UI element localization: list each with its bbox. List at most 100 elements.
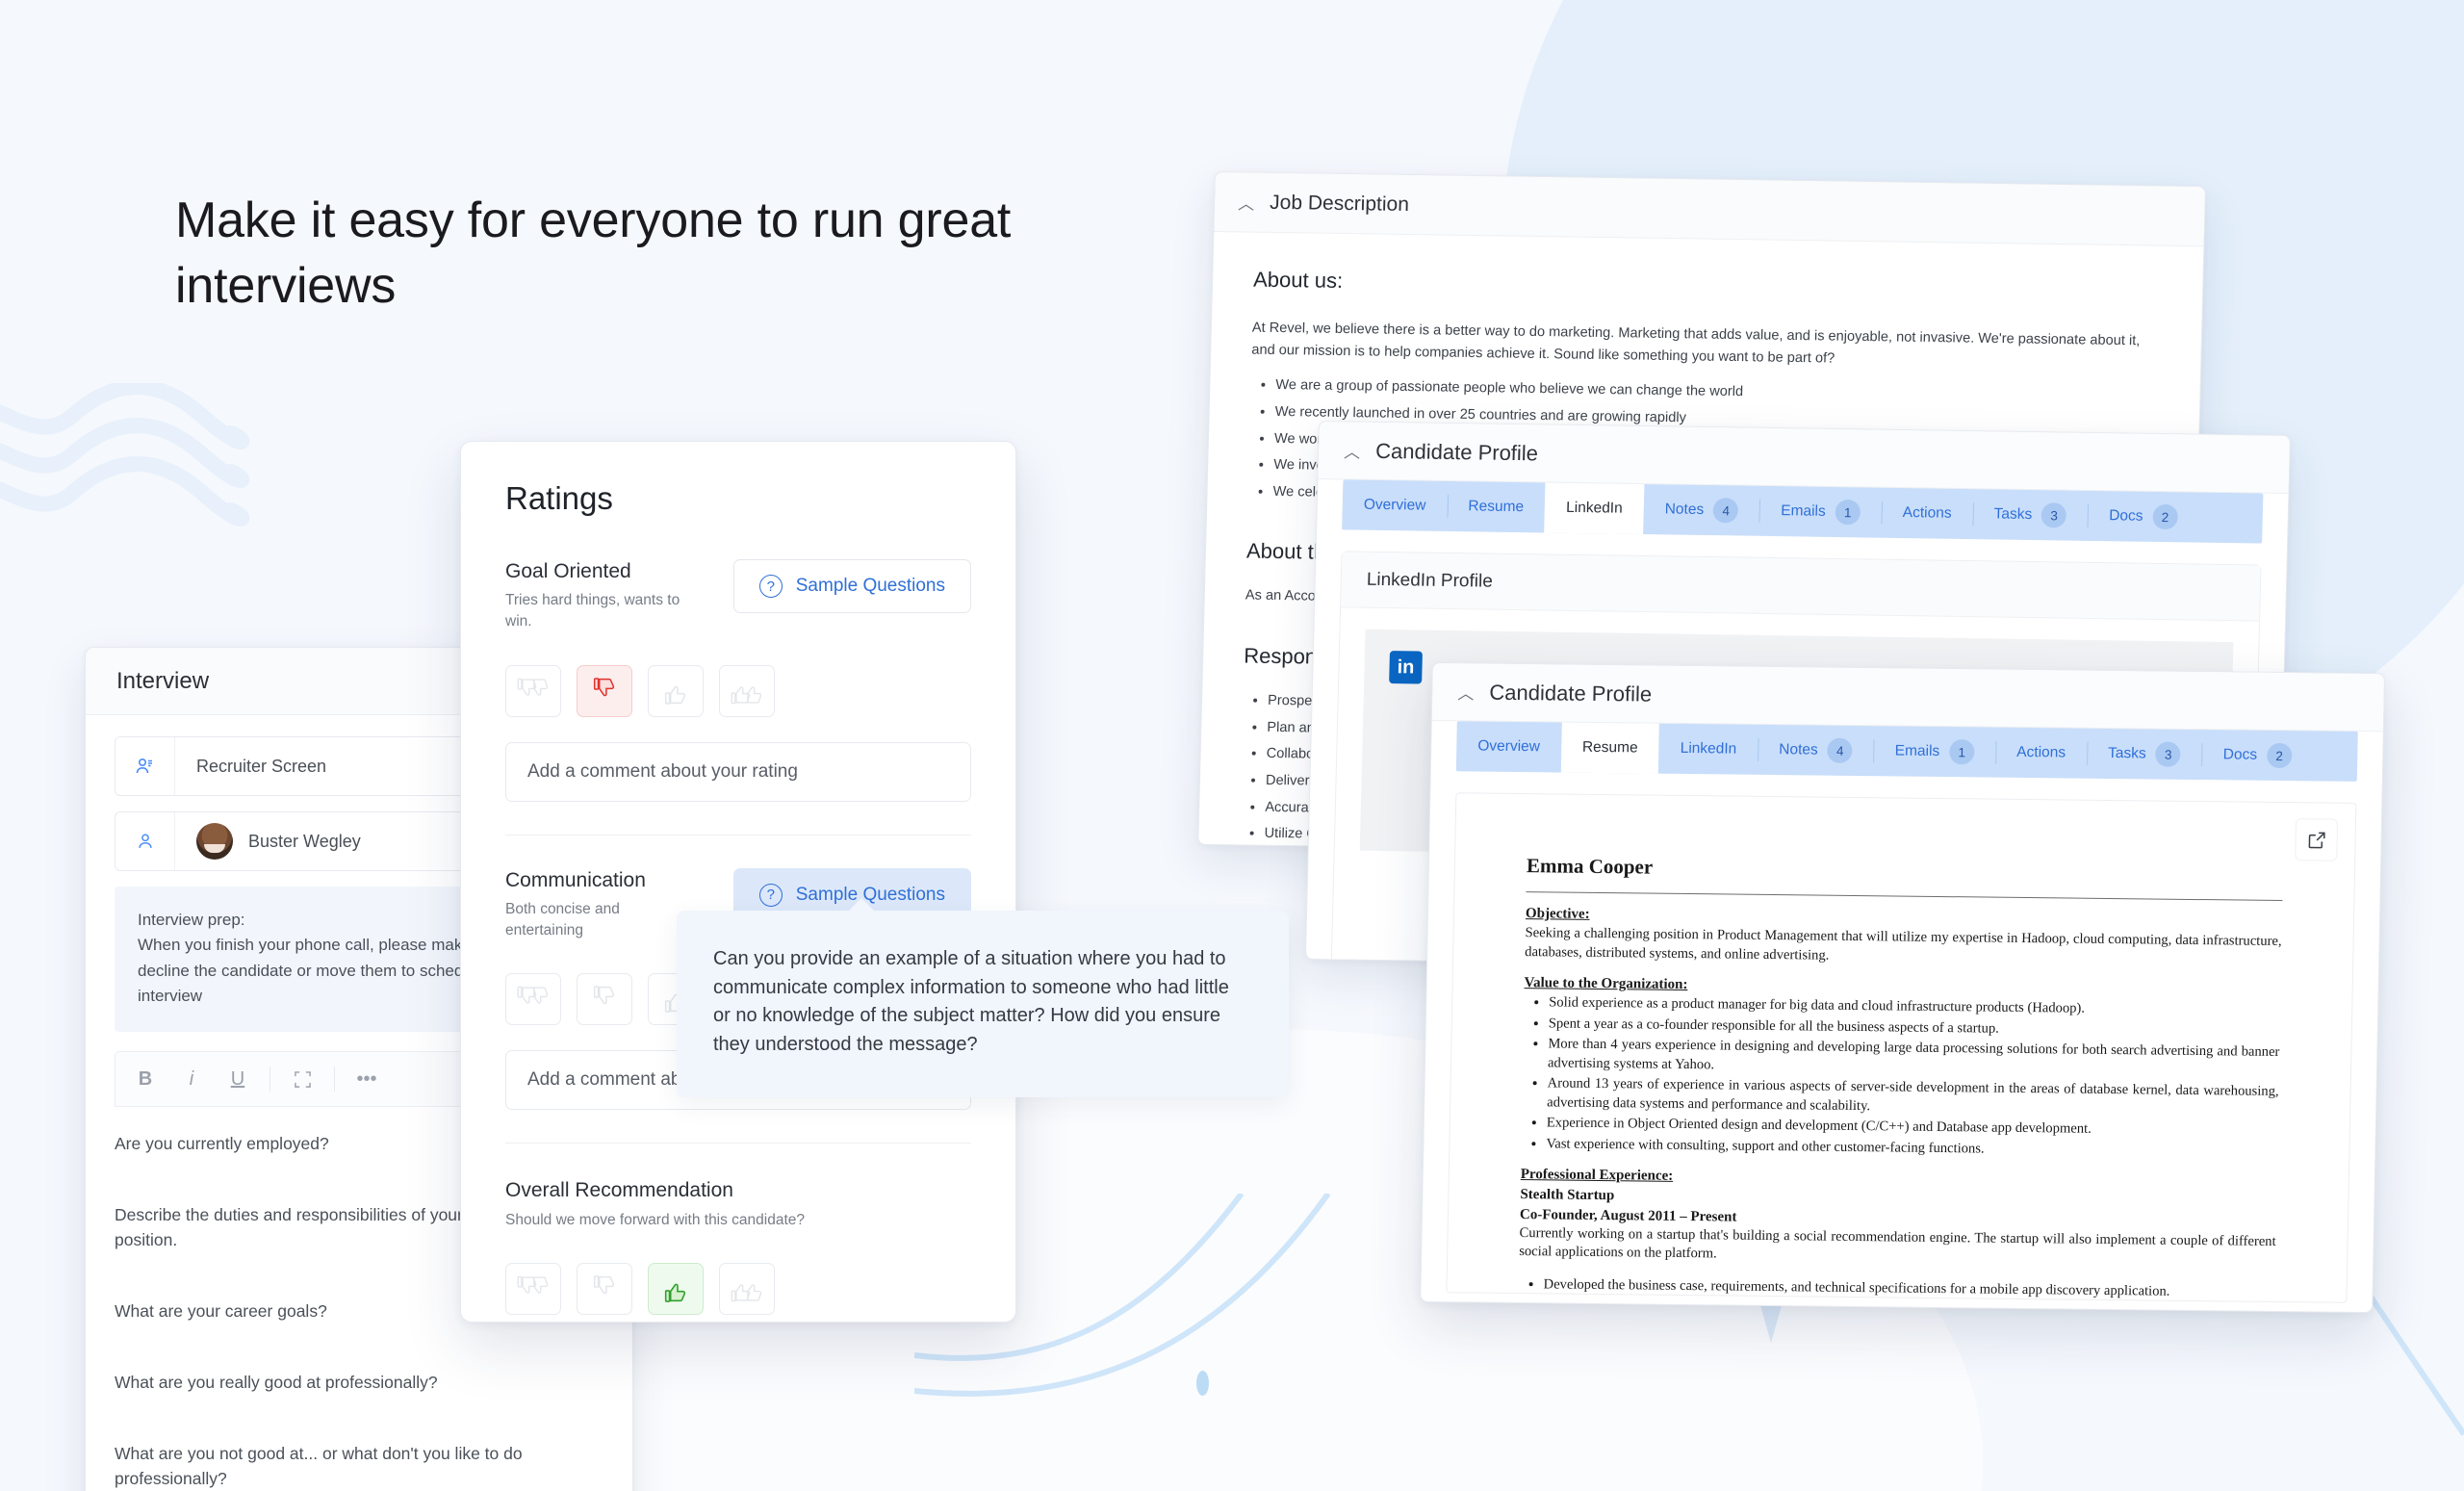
thumbs-down-double-icon[interactable] xyxy=(505,973,561,1026)
chevron-up-icon[interactable]: ︿ xyxy=(1238,190,1255,214)
sample-questions-button[interactable]: ? Sample Questions xyxy=(732,559,971,613)
tab-actions[interactable]: Actions xyxy=(1881,488,1973,539)
tab-tasks[interactable]: Tasks 3 xyxy=(1972,489,2089,541)
divider xyxy=(505,1143,971,1144)
tab-label: Emails xyxy=(1894,742,1940,759)
ratings-title: Ratings xyxy=(505,480,613,516)
tab-label: Overview xyxy=(1477,737,1541,756)
tab-overview[interactable]: Overview xyxy=(1342,479,1448,531)
criterion-description: Both concise and entertaining xyxy=(505,900,620,938)
tab-actions[interactable]: Actions xyxy=(1995,728,2088,779)
rating-button-group xyxy=(505,1263,971,1316)
status-badge: 2 xyxy=(2152,503,2178,530)
criterion-name: Communication xyxy=(505,868,646,891)
criterion-overall-recommendation: Overall Recommendation Should we move fo… xyxy=(505,1178,971,1316)
sample-questions-tooltip: Can you provide an example of a situatio… xyxy=(677,897,1289,1098)
resume-role-bullets: Developed the business case, requirement… xyxy=(1543,1275,2275,1303)
more-horizontal-icon[interactable]: ••• xyxy=(345,1059,389,1099)
status-badge: 2 xyxy=(2266,742,2293,769)
external-link-icon[interactable] xyxy=(2295,818,2339,861)
status-badge: 4 xyxy=(1712,498,1739,524)
tab-label: Resume xyxy=(1581,738,1638,757)
tab-linkedin[interactable]: LinkedIn xyxy=(1544,482,1645,535)
tab-label: Docs xyxy=(2108,507,2143,525)
criterion-description: Tries hard things, wants to win. xyxy=(505,592,680,630)
underline-button[interactable]: U xyxy=(216,1059,260,1099)
criterion-text: Goal Oriented Tries hard things, wants t… xyxy=(505,559,688,632)
tab-label: Notes xyxy=(1664,501,1705,518)
tab-linkedin[interactable]: LinkedIn xyxy=(1658,724,1758,775)
rating-comment-placeholder: Add a comment about your rating xyxy=(527,760,798,782)
tab-resume[interactable]: Resume xyxy=(1560,722,1660,774)
candidate-profile-title: Candidate Profile xyxy=(1489,680,1653,707)
tab-label: Tasks xyxy=(1993,505,2033,523)
resume-viewer: Emma Cooper Objective: Seeking a challen… xyxy=(1446,792,2357,1303)
resume-value-bullets: Solid experience as a product manager fo… xyxy=(1546,993,2280,1162)
tab-label: Overview xyxy=(1363,496,1426,514)
criterion-text: Communication Both concise and entertain… xyxy=(505,868,688,941)
tab-notes[interactable]: Notes 4 xyxy=(1758,725,1874,776)
tab-notes[interactable]: Notes 4 xyxy=(1643,484,1760,536)
rating-button-group xyxy=(505,664,971,717)
ratings-card: Ratings Goal Oriented Tries hard things,… xyxy=(460,441,1016,1323)
users-icon xyxy=(116,737,175,795)
thumbs-down-icon[interactable] xyxy=(577,973,632,1026)
tab-docs[interactable]: Docs 2 xyxy=(2088,491,2200,543)
tab-emails[interactable]: Emails 1 xyxy=(1873,726,1996,777)
overall-recommendation-description: Should we move forward with this candida… xyxy=(505,1211,806,1228)
thumbs-down-icon[interactable] xyxy=(577,664,632,717)
tab-label: Docs xyxy=(2222,746,2258,763)
thumbs-down-double-icon[interactable] xyxy=(505,1263,561,1316)
resume-role-text: Currently working on a startup that's bu… xyxy=(1519,1224,2276,1262)
ratings-body: Ratings Goal Oriented Tries hard things,… xyxy=(461,442,1015,1316)
tab-tasks[interactable]: Tasks 3 xyxy=(2087,729,2203,780)
tab-emails[interactable]: Emails 1 xyxy=(1759,486,1883,538)
user-icon xyxy=(116,812,175,870)
thumbs-down-icon[interactable] xyxy=(577,1263,632,1316)
candidate-profile-panel-resume: ︿ Candidate Profile Overview Resume Link… xyxy=(1420,662,2385,1314)
tab-label: Actions xyxy=(2016,743,2066,761)
tab-overview[interactable]: Overview xyxy=(1456,721,1562,772)
list-item: More than 4 years experience in designin… xyxy=(1548,1036,2280,1082)
chevron-up-icon[interactable]: ︿ xyxy=(1457,680,1474,704)
thumbs-up-icon[interactable] xyxy=(648,1263,704,1316)
tab-label: Notes xyxy=(1779,741,1818,758)
status-badge: 3 xyxy=(2155,741,2181,767)
list-item: What are you really good at professional… xyxy=(115,1372,438,1392)
linkedin-icon: in xyxy=(1389,651,1423,684)
tab-label: Resume xyxy=(1468,498,1525,516)
question-circle-icon: ? xyxy=(758,883,783,907)
dot-decoration xyxy=(1196,1371,1209,1396)
bold-button[interactable]: B xyxy=(123,1059,167,1099)
candidate-profile-tabs: Overview Resume LinkedIn Notes 4 Emails 1 … xyxy=(1455,721,2358,782)
status-badge: 3 xyxy=(2040,502,2067,528)
resume-document: Emma Cooper Objective: Seeking a challen… xyxy=(1447,793,2355,1303)
toolbar-divider xyxy=(334,1067,335,1093)
about-us-heading: About us: xyxy=(1252,267,1344,293)
linkedin-section-title: LinkedIn Profile xyxy=(1341,552,2261,622)
thumbs-up-double-icon[interactable] xyxy=(719,1263,775,1316)
expand-icon[interactable] xyxy=(280,1059,324,1099)
tab-docs[interactable]: Docs 2 xyxy=(2201,730,2313,781)
rating-comment-input[interactable]: Add a comment about your rating xyxy=(505,741,971,802)
status-badge: 1 xyxy=(1949,739,1975,765)
overall-recommendation-name: Overall Recommendation xyxy=(505,1179,733,1202)
sample-questions-label: Sample Questions xyxy=(795,576,945,596)
tab-label: LinkedIn xyxy=(1680,739,1737,758)
divider xyxy=(1526,891,2283,902)
candidate-profile-header[interactable]: ︿ Candidate Profile xyxy=(1431,663,2384,733)
italic-button[interactable]: i xyxy=(169,1059,214,1099)
tab-resume[interactable]: Resume xyxy=(1447,481,1546,532)
question-circle-icon: ? xyxy=(758,575,783,598)
thumbs-up-icon[interactable] xyxy=(648,664,704,717)
list-item: Around 13 years of experience in various… xyxy=(1547,1075,2279,1121)
criterion-header: Goal Oriented Tries hard things, wants t… xyxy=(505,559,971,632)
interviewer-name: Buster Wegley xyxy=(248,831,361,851)
thumbs-up-double-icon[interactable] xyxy=(719,664,775,717)
tab-label: Actions xyxy=(1902,504,1952,522)
resume-objective-text: Seeking a challenging position in Produc… xyxy=(1525,925,2282,964)
status-badge: 4 xyxy=(1827,737,1854,763)
thumbs-down-double-icon[interactable] xyxy=(505,664,561,717)
chevron-up-icon[interactable]: ︿ xyxy=(1344,438,1361,462)
interview-panel-title: Interview xyxy=(116,667,210,694)
